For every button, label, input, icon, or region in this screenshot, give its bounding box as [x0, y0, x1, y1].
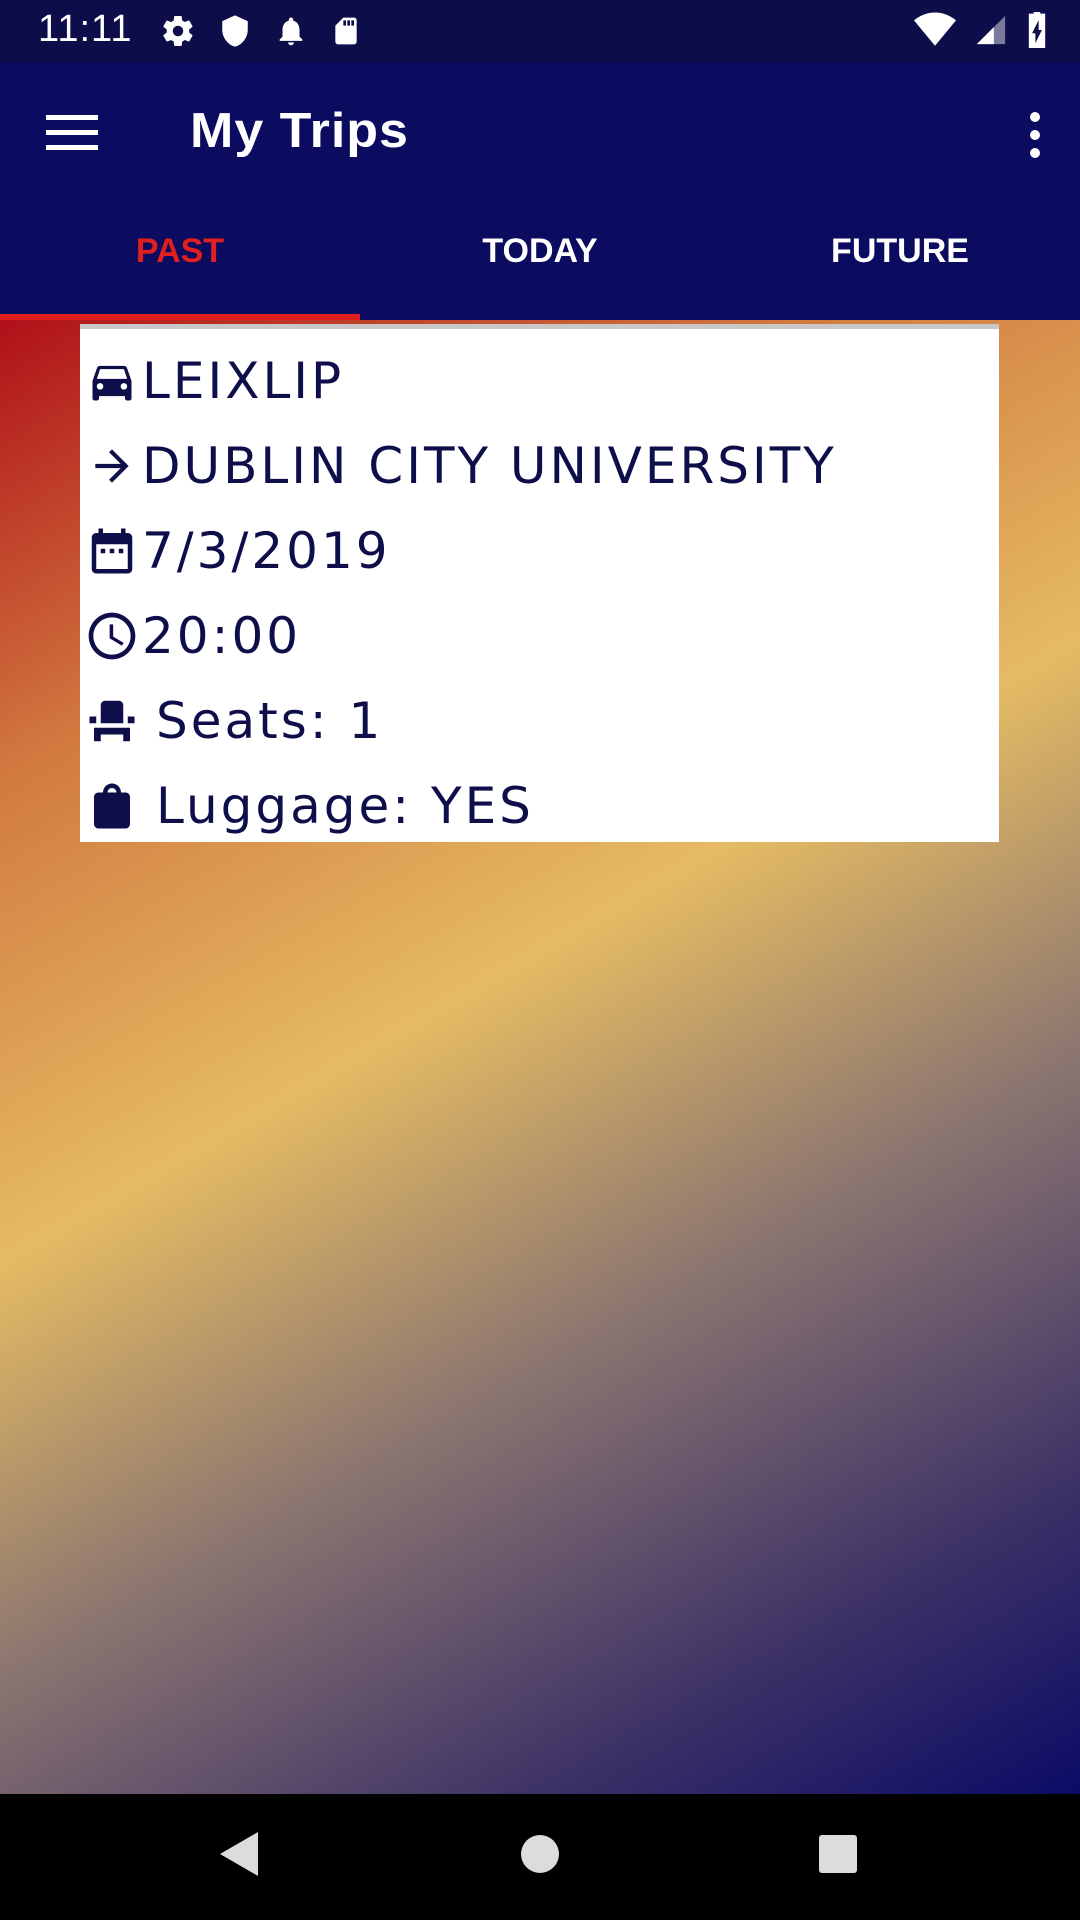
tab-past[interactable]: PAST [0, 203, 360, 320]
trip-origin-row: LEIXLIP [80, 341, 344, 421]
clock-icon [82, 606, 142, 666]
battery-charging-icon [1028, 12, 1046, 48]
trip-luggage-row: Luggage: YES [80, 766, 534, 846]
settings-icon [163, 15, 193, 47]
trip-seats: Seats: 1 [156, 692, 384, 750]
trip-list: LEIXLIP DUBLIN CITY UNIVERSITY 7/3/2019 … [0, 320, 1080, 1794]
back-triangle-icon[interactable] [218, 1830, 260, 1878]
tab-today[interactable]: TODAY [360, 203, 720, 320]
car-icon [82, 351, 142, 411]
trip-date: 7/3/2019 [142, 522, 391, 580]
more-vert-icon[interactable] [1024, 111, 1046, 159]
tab-bar: PAST TODAY FUTURE [0, 203, 1080, 320]
trip-luggage: Luggage: YES [156, 777, 534, 835]
hamburger-menu-icon[interactable] [46, 113, 98, 153]
page-title: My Trips [190, 103, 409, 159]
trip-time-row: 20:00 [80, 596, 301, 676]
home-circle-icon[interactable] [520, 1830, 560, 1878]
calendar-icon [82, 521, 142, 581]
trip-destination: DUBLIN CITY UNIVERSITY [142, 437, 837, 495]
recents-square-icon[interactable] [818, 1830, 858, 1878]
status-left-icons [160, 13, 362, 49]
notification-bell-icon [279, 17, 303, 46]
status-bar: 11:11 [0, 0, 1080, 63]
status-right-icons [914, 12, 1048, 48]
trip-destination-row: DUBLIN CITY UNIVERSITY [80, 426, 837, 506]
status-time: 11:11 [38, 8, 133, 50]
shopping-bag-icon [82, 776, 142, 836]
shield-icon [222, 15, 248, 47]
trip-seats-row: Seats: 1 [80, 681, 383, 761]
trip-date-row: 7/3/2019 [80, 511, 391, 591]
arrow-right-icon [82, 436, 142, 496]
trip-time: 20:00 [142, 607, 302, 665]
system-nav-bar [0, 1794, 1080, 1920]
wifi-icon [914, 12, 956, 46]
app-bar: My Trips [0, 63, 1080, 203]
tab-future[interactable]: FUTURE [720, 203, 1080, 320]
signal-icon [976, 15, 1006, 45]
sd-card-icon [335, 17, 357, 45]
trip-origin: LEIXLIP [142, 352, 345, 410]
seat-icon [82, 691, 142, 751]
trip-card[interactable]: LEIXLIP DUBLIN CITY UNIVERSITY 7/3/2019 … [80, 324, 999, 842]
